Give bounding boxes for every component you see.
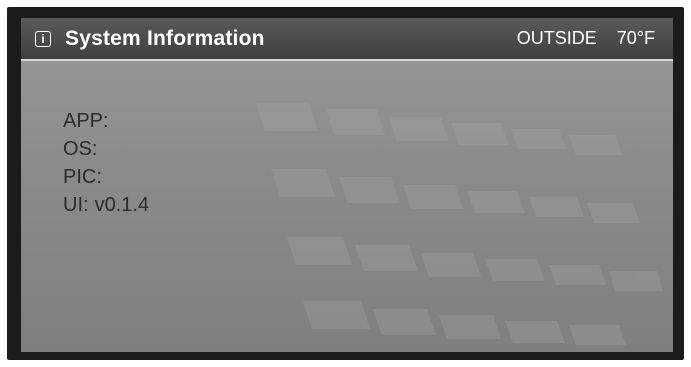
system-info-list: APP: OS: PIC: UI: v0.1.4 — [63, 107, 149, 219]
display-bezel: i System Information OUTSIDE 70°F APP: O… — [7, 7, 684, 360]
outside-label: OUTSIDE — [516, 28, 597, 48]
info-label: PIC: — [63, 166, 102, 188]
display-screen: i System Information OUTSIDE 70°F APP: O… — [21, 18, 673, 352]
header-left: i System Information — [21, 27, 265, 51]
info-label: UI: — [63, 194, 89, 216]
outside-temp-value: 70°F — [616, 28, 655, 48]
info-value: v0.1.4 — [94, 194, 150, 216]
info-row-ui: UI: v0.1.4 — [63, 191, 149, 219]
info-label: OS: — [63, 138, 98, 160]
outside-temperature: OUTSIDE 70°F — [517, 28, 673, 49]
info-label: APP: — [63, 110, 109, 132]
page-title: System Information — [65, 26, 265, 50]
info-row-pic: PIC: — [63, 163, 149, 191]
info-row-app: APP: — [63, 107, 149, 135]
info-icon: i — [35, 30, 51, 47]
info-row-os: OS: — [63, 135, 149, 163]
content-area: APP: OS: PIC: UI: v0.1.4 — [21, 61, 673, 352]
header-bar: i System Information OUTSIDE 70°F — [21, 18, 673, 61]
